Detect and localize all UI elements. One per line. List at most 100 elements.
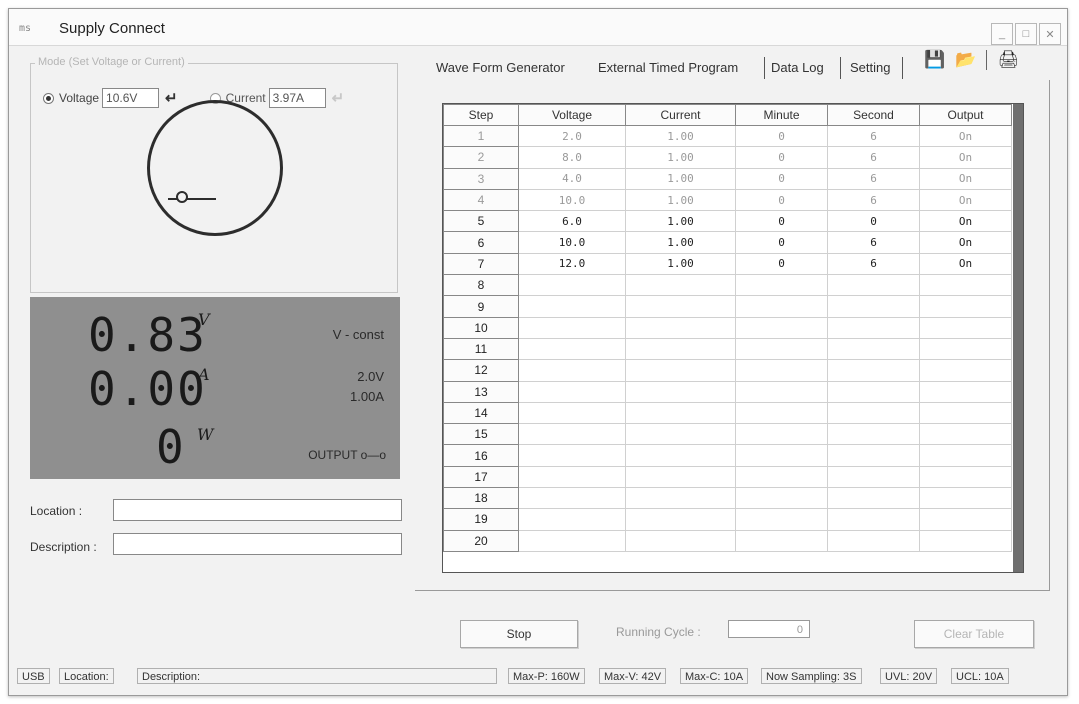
minute-cell[interactable]: 0 xyxy=(735,210,828,233)
current-cell[interactable] xyxy=(625,487,736,510)
second-cell[interactable] xyxy=(827,316,920,339)
voltage-cell[interactable]: 12.0 xyxy=(518,252,626,276)
table-row[interactable]: 6 10.0 1.00 0 6 On xyxy=(443,231,1012,254)
voltage-cell[interactable]: 10.0 xyxy=(518,188,626,212)
minute-cell[interactable]: 0 xyxy=(735,146,828,169)
second-cell[interactable] xyxy=(827,359,920,382)
second-cell[interactable]: 6 xyxy=(827,252,920,276)
table-row[interactable]: 20 xyxy=(443,529,1012,552)
current-cell[interactable] xyxy=(625,337,736,361)
current-cell[interactable]: 1.00 xyxy=(625,231,736,254)
output-cell[interactable] xyxy=(919,274,1012,297)
voltage-cell[interactable] xyxy=(518,337,626,361)
output-cell[interactable]: On xyxy=(919,252,1012,276)
current-setpoint-input[interactable]: 3.97A xyxy=(268,88,326,108)
current-cell[interactable] xyxy=(625,316,736,339)
col-header-second[interactable]: Second xyxy=(827,104,920,126)
step-cell[interactable]: 1 xyxy=(443,124,519,148)
voltage-cell[interactable]: 4.0 xyxy=(518,167,626,190)
minute-cell[interactable] xyxy=(735,274,828,297)
table-row[interactable]: 19 xyxy=(443,508,1012,531)
step-cell[interactable]: 7 xyxy=(443,252,519,276)
minimize-button[interactable]: _ xyxy=(991,23,1013,45)
current-cell[interactable]: 1.00 xyxy=(625,252,736,276)
table-row[interactable]: 14 xyxy=(443,401,1012,425)
col-header-output[interactable]: Output xyxy=(919,104,1012,126)
second-cell[interactable] xyxy=(827,529,920,552)
minute-cell[interactable] xyxy=(735,487,828,510)
minute-cell[interactable] xyxy=(735,295,828,318)
table-row[interactable]: 1 2.0 1.00 0 6 On xyxy=(443,124,1012,148)
voltage-cell[interactable] xyxy=(518,359,626,382)
second-cell[interactable]: 6 xyxy=(827,167,920,190)
table-row[interactable]: 16 xyxy=(443,444,1012,467)
output-cell[interactable] xyxy=(919,295,1012,318)
col-header-voltage[interactable]: Voltage xyxy=(518,104,626,126)
step-cell[interactable]: 18 xyxy=(443,487,519,510)
voltage-cell[interactable] xyxy=(518,274,626,297)
minute-cell[interactable] xyxy=(735,380,828,403)
step-cell[interactable]: 6 xyxy=(443,231,519,254)
location-input[interactable] xyxy=(113,499,402,521)
current-cell[interactable]: 1.00 xyxy=(625,167,736,190)
minute-cell[interactable] xyxy=(735,337,828,361)
print-icon[interactable]: 🖨 xyxy=(997,50,1019,70)
step-cell[interactable]: 12 xyxy=(443,359,519,382)
current-cell[interactable] xyxy=(625,444,736,467)
running-cycle-field[interactable]: 0 xyxy=(728,620,810,638)
step-cell[interactable]: 11 xyxy=(443,337,519,361)
col-header-step[interactable]: Step xyxy=(443,104,519,126)
voltage-cell[interactable] xyxy=(518,295,626,318)
open-icon[interactable]: 📂 xyxy=(955,50,976,70)
second-cell[interactable] xyxy=(827,444,920,467)
minute-cell[interactable]: 0 xyxy=(735,231,828,254)
minute-cell[interactable]: 0 xyxy=(735,188,828,212)
minute-cell[interactable] xyxy=(735,316,828,339)
voltage-cell[interactable] xyxy=(518,423,626,446)
output-cell[interactable] xyxy=(919,444,1012,467)
voltage-cell[interactable]: 10.0 xyxy=(518,231,626,254)
output-cell[interactable] xyxy=(919,380,1012,403)
tab-external-timed-program[interactable]: External Timed Program xyxy=(598,60,738,75)
maximize-button[interactable]: □ xyxy=(1015,23,1037,45)
output-cell[interactable] xyxy=(919,529,1012,552)
step-cell[interactable]: 9 xyxy=(443,295,519,318)
second-cell[interactable]: 6 xyxy=(827,146,920,169)
current-cell[interactable] xyxy=(625,359,736,382)
output-cell[interactable] xyxy=(919,465,1012,489)
minute-cell[interactable] xyxy=(735,508,828,531)
table-row[interactable]: 4 10.0 1.00 0 6 On xyxy=(443,188,1012,212)
voltage-cell[interactable] xyxy=(518,529,626,552)
table-row[interactable]: 11 xyxy=(443,337,1012,361)
minute-cell[interactable] xyxy=(735,465,828,489)
output-cell[interactable]: On xyxy=(919,124,1012,148)
output-cell[interactable] xyxy=(919,508,1012,531)
output-cell[interactable] xyxy=(919,423,1012,446)
step-cell[interactable]: 2 xyxy=(443,146,519,169)
voltage-cell[interactable] xyxy=(518,465,626,489)
second-cell[interactable] xyxy=(827,274,920,297)
step-cell[interactable]: 5 xyxy=(443,210,519,233)
col-header-minute[interactable]: Minute xyxy=(735,104,828,126)
minute-cell[interactable] xyxy=(735,401,828,425)
output-cell[interactable]: On xyxy=(919,188,1012,212)
output-cell[interactable]: On xyxy=(919,167,1012,190)
tab-wave-form-generator[interactable]: Wave Form Generator xyxy=(436,60,565,75)
second-cell[interactable] xyxy=(827,487,920,510)
current-cell[interactable] xyxy=(625,529,736,552)
table-row[interactable]: 7 12.0 1.00 0 6 On xyxy=(443,252,1012,276)
tab-data-log[interactable]: Data Log xyxy=(771,60,824,75)
step-cell[interactable]: 20 xyxy=(443,529,519,552)
second-cell[interactable]: 6 xyxy=(827,188,920,212)
col-header-current[interactable]: Current xyxy=(625,104,736,126)
table-row[interactable]: 8 xyxy=(443,274,1012,297)
voltage-setpoint-input[interactable]: 10.6V xyxy=(102,88,160,108)
table-row[interactable]: 2 8.0 1.00 0 6 On xyxy=(443,146,1012,169)
minute-cell[interactable] xyxy=(735,529,828,552)
step-cell[interactable]: 8 xyxy=(443,274,519,297)
output-cell[interactable] xyxy=(919,401,1012,425)
table-row[interactable]: 12 xyxy=(443,359,1012,382)
current-cell[interactable] xyxy=(625,380,736,403)
table-row[interactable]: 9 xyxy=(443,295,1012,318)
second-cell[interactable]: 6 xyxy=(827,124,920,148)
